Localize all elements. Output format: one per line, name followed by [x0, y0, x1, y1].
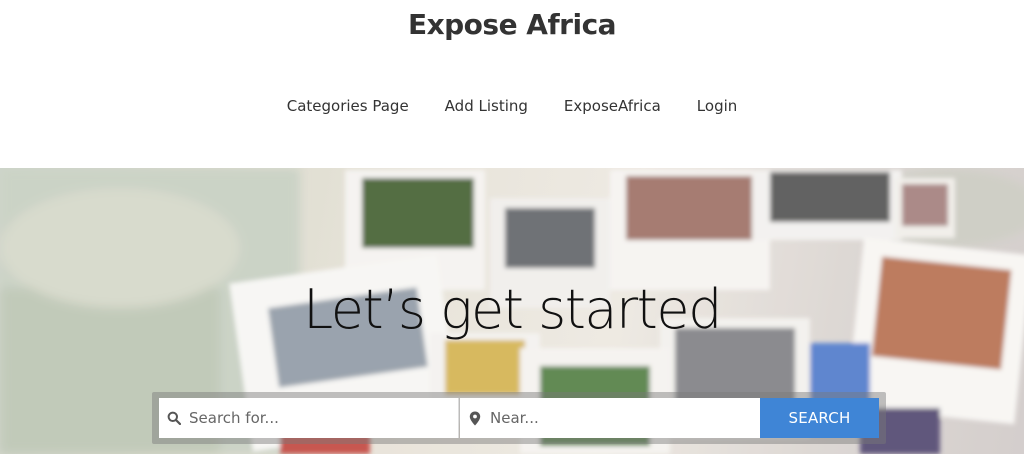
nav-item-add-listing[interactable]: Add Listing — [427, 97, 546, 115]
search-button[interactable]: SEARCH — [760, 398, 879, 438]
hero-title: Let’s get started — [303, 278, 722, 341]
search-for-input[interactable] — [189, 409, 449, 427]
nav-item-exposeafrica[interactable]: ExposeAfrica — [546, 97, 679, 115]
nav-item-categories-page[interactable]: Categories Page — [269, 97, 427, 115]
search-near-input[interactable] — [490, 409, 750, 427]
map-pin-icon — [460, 411, 490, 426]
site-title[interactable]: Expose Africa — [0, 8, 1024, 41]
nav-item-login[interactable]: Login — [679, 97, 755, 115]
hero-section: Let’s get started SEARCH — [0, 168, 1024, 454]
search-near-field[interactable] — [460, 398, 760, 438]
site-header: Expose Africa Categories Page Add Listin… — [0, 0, 1024, 168]
search-for-field[interactable] — [159, 398, 459, 438]
main-nav: Categories Page Add Listing ExposeAfrica… — [0, 97, 1024, 115]
search-icon — [159, 411, 189, 425]
search-form: SEARCH — [152, 392, 886, 444]
